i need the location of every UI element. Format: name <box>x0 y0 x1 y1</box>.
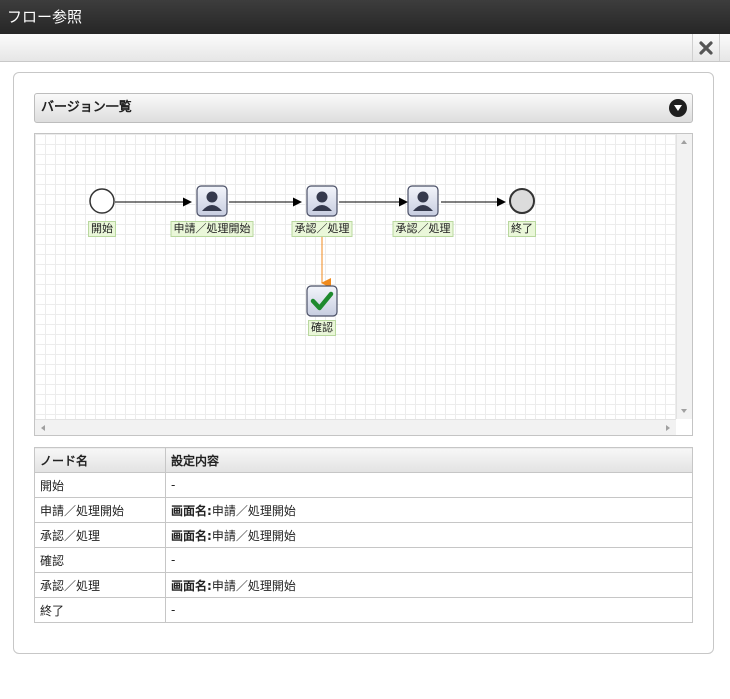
node-name-cell: 申請／処理開始 <box>34 497 166 523</box>
settings-key: 画面名: <box>171 578 212 593</box>
table-row: 承認／処理 画面名:申請／処理開始 <box>34 572 693 598</box>
node-settings-table: ノード名 設定内容 開始 - 申請／処理開始 画面名:申請／処理開始 承認／処理… <box>34 447 693 623</box>
column-header-settings: 設定内容 <box>165 447 693 473</box>
confirm-node-label: 確認 <box>308 320 336 336</box>
version-list-header[interactable]: バージョン一覧 <box>34 93 693 123</box>
node-name-cell: 確認 <box>34 547 166 573</box>
apply-node[interactable] <box>196 185 228 217</box>
table-row: 終了 - <box>34 597 693 623</box>
settings-cell: 画面名:申請／処理開始 <box>165 572 693 598</box>
settings-cell: 画面名:申請／処理開始 <box>165 522 693 548</box>
node-name-cell: 承認／処理 <box>34 522 166 548</box>
apply-node-label: 申請／処理開始 <box>170 221 254 237</box>
approve2-node[interactable] <box>407 185 439 217</box>
node-name-cell: 終了 <box>34 597 166 623</box>
settings-key: 画面名: <box>171 503 212 518</box>
table-row: 確認 - <box>34 547 693 573</box>
flow-diagram: 開始 申請／処理開始 承認／処理 承認／処理 終了 確認 <box>34 133 693 436</box>
approve1-node-label: 承認／処理 <box>291 221 353 237</box>
table-row: 承認／処理 画面名:申請／処理開始 <box>34 522 693 548</box>
close-icon <box>699 40 713 55</box>
scroll-up-icon[interactable] <box>681 140 687 144</box>
column-header-node-name: ノード名 <box>34 447 166 473</box>
settings-key: 画面名: <box>171 528 212 543</box>
confirm-node[interactable] <box>306 285 338 317</box>
settings-value: - <box>171 553 176 567</box>
window-titlebar: フロー参照 <box>0 0 730 34</box>
settings-cell: - <box>165 597 693 623</box>
scroll-corner <box>676 419 692 435</box>
version-list-title: バージョン一覧 <box>41 100 132 115</box>
settings-value: 申請／処理開始 <box>211 578 296 593</box>
node-name-cell: 開始 <box>34 472 166 498</box>
settings-cell: - <box>165 472 693 498</box>
settings-cell: 画面名:申請／処理開始 <box>165 497 693 523</box>
settings-value: 申請／処理開始 <box>211 528 296 543</box>
table-header-row: ノード名 設定内容 <box>34 447 693 473</box>
table-row: 申請／処理開始 画面名:申請／処理開始 <box>34 497 693 523</box>
settings-value: - <box>171 478 176 492</box>
start-node-label: 開始 <box>88 221 116 237</box>
table-row: 開始 - <box>34 472 693 498</box>
vertical-scrollbar[interactable] <box>676 134 692 419</box>
approve1-node[interactable] <box>306 185 338 217</box>
chevron-down-icon[interactable] <box>669 99 687 117</box>
horizontal-scrollbar[interactable] <box>35 419 676 435</box>
start-node[interactable] <box>89 188 115 214</box>
scroll-right-icon[interactable] <box>666 425 670 431</box>
settings-value: 申請／処理開始 <box>211 503 296 518</box>
node-name-cell: 承認／処理 <box>34 572 166 598</box>
settings-value: - <box>171 603 176 617</box>
approve2-node-label: 承認／処理 <box>392 221 454 237</box>
window-title: フロー参照 <box>7 8 83 26</box>
end-node[interactable] <box>509 188 535 214</box>
dialog-toolbar <box>0 34 730 62</box>
scroll-down-icon[interactable] <box>681 409 687 413</box>
close-button[interactable] <box>692 34 720 61</box>
flow-canvas <box>89 185 535 317</box>
scroll-left-icon[interactable] <box>41 425 45 431</box>
settings-cell: - <box>165 547 693 573</box>
end-node-label: 終了 <box>508 221 536 237</box>
